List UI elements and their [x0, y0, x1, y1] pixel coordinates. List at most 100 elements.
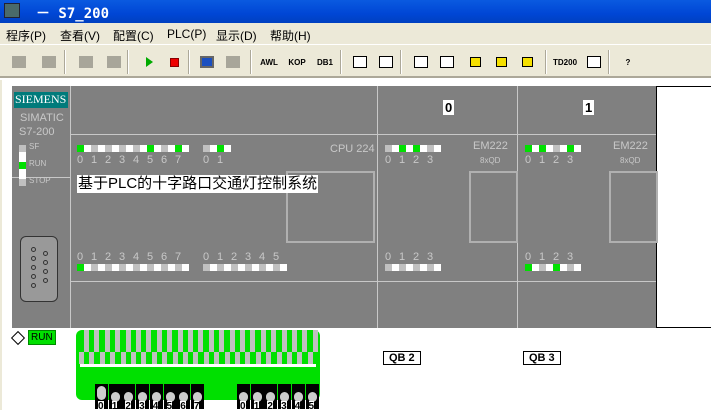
divider-line: [377, 86, 378, 328]
cpu-output-byte0-led-2: [105, 145, 112, 152]
terminal: [276, 352, 282, 364]
switch-label-2: 2: [267, 401, 273, 412]
cpu-input-byte1-led-3: [245, 264, 252, 271]
module1-bottom-led-gap: [574, 264, 581, 271]
terminal: [214, 352, 220, 364]
cpu-output-byte0-label-0: 0: [77, 154, 84, 166]
cpu-input-byte0-label-2: 2: [105, 251, 112, 263]
cpu-output-byte1-label-1: 1: [217, 154, 224, 166]
cpu-output-byte0-led-6: [161, 145, 168, 152]
terminal: [99, 352, 105, 364]
terminal: [302, 330, 308, 352]
cpu-input-byte1-label-4: 4: [259, 251, 266, 263]
module1-top-led-2: [553, 145, 560, 152]
cpu-input-byte0-led-gap: [182, 264, 189, 271]
terminal: [84, 330, 89, 352]
model-line1: SIMATIC: [20, 112, 64, 124]
cpu-input-byte0-led-gap: [84, 264, 91, 271]
module0-bottom-label-3: 3: [427, 251, 434, 263]
cpu-input-byte0-label-4: 4: [133, 251, 140, 263]
port-pin: [43, 260, 48, 265]
terminal: [141, 352, 147, 364]
switch-label-3: 3: [139, 401, 145, 412]
module1-top-label-0: 0: [525, 154, 532, 166]
cpu-output-byte0-led-1: [91, 145, 98, 152]
cpu-input-byte0-label-1: 1: [91, 251, 98, 263]
terminal: [255, 352, 261, 364]
module1-top-led-1: [539, 145, 546, 152]
module0-bottom-led-gap: [406, 264, 413, 271]
cpu-input-byte0-label-5: 5: [147, 251, 154, 263]
cpu-input-byte0-led-4: [133, 264, 140, 271]
terminal: [271, 330, 277, 352]
cpu-output-byte0-label-3: 3: [119, 154, 126, 166]
module1-bottom-led-0: [525, 264, 532, 271]
cpu-input-byte1-led-2: [231, 264, 238, 271]
cpu-output-byte0-led-gap: [168, 145, 175, 152]
module0-top-led-0: [385, 145, 392, 152]
cpu-output-byte0-led-gap: [112, 145, 119, 152]
module0-top-led-gap: [434, 145, 441, 152]
cpu-input-byte0-label-6: 6: [161, 251, 168, 263]
mode-switch-icon[interactable]: [10, 330, 26, 346]
module0-bottom-label-0: 0: [385, 251, 392, 263]
cpu-output-byte1-label-0: 0: [203, 154, 210, 166]
cpu-input-byte1-label-0: 0: [203, 251, 210, 263]
terminal: [172, 352, 178, 364]
switch-label-1: 1: [111, 401, 118, 412]
switch-label-7: 7: [193, 401, 200, 412]
module1-bottom-led-gap: [532, 264, 539, 271]
module0-top-led-2: [413, 145, 420, 152]
cpu-output-byte0-label-4: 4: [133, 154, 140, 166]
terminal: [229, 330, 235, 352]
switch-label-2: 2: [125, 401, 131, 412]
cpu-input-byte0-led-1: [91, 264, 98, 271]
cpu-input-byte1-led-gap: [280, 264, 287, 271]
status-led-sf: [19, 145, 26, 152]
module0-top-label-0: 0: [385, 154, 392, 166]
module-cover: [469, 171, 518, 243]
cpu-output-byte0-led-5: [147, 145, 154, 152]
terminal: [79, 352, 84, 364]
cpu-input-byte0-led-gap: [126, 264, 133, 271]
cpu-output-byte0-led-7: [175, 145, 182, 152]
module0-top-label-2: 2: [413, 154, 420, 166]
module0-bottom-led-3: [427, 264, 434, 271]
status-led-stop: [19, 179, 26, 186]
divider-line: [70, 134, 656, 135]
port-pin: [31, 274, 36, 279]
terminal: [260, 330, 266, 352]
terminal: [245, 352, 251, 364]
module1-top-led-gap: [560, 145, 567, 152]
module-type: 8xQD: [620, 156, 641, 165]
cpu-output-byte0-label-7: 7: [175, 154, 182, 166]
switch-lever-icon: [97, 386, 106, 400]
module0-bottom-label-1: 1: [399, 251, 406, 263]
terminal: [125, 330, 131, 352]
module1-bottom-label-3: 3: [567, 251, 574, 263]
terminal: [281, 330, 287, 352]
terminal: [250, 330, 256, 352]
terminal: [115, 330, 121, 352]
switch-label-6: 6: [180, 401, 186, 412]
module1-top-label-3: 3: [567, 154, 574, 166]
module0-bottom-led-gap: [434, 264, 441, 271]
status-led-gap: [19, 169, 26, 179]
cpu-input-byte1-led-gap: [266, 264, 273, 271]
terminal: [312, 330, 318, 352]
module0-bottom-led-gap: [392, 264, 399, 271]
switch-label-0: 0: [98, 401, 104, 412]
module1-bottom-label-1: 1: [539, 251, 546, 263]
cpu-input-byte1-label-2: 2: [231, 251, 238, 263]
cpu-output-byte0-led-0: [77, 145, 84, 152]
cpu-output-byte0-label-1: 1: [91, 154, 98, 166]
cpu-output-byte1-led-0: [203, 145, 210, 152]
module1-bottom-led-gap: [546, 264, 553, 271]
module1-bottom-label-2: 2: [553, 251, 560, 263]
switch-label-5: 5: [308, 401, 315, 412]
cpu-output-byte0-led-4: [133, 145, 140, 152]
terminal: [131, 352, 136, 364]
module-output-byte-label: QB 3: [523, 351, 561, 365]
cpu-input-byte0-label-7: 7: [175, 251, 182, 263]
plc-rack: SIEMENS SIMATIC S7-200 SF RUN STOP 0 1 2 3 4 5 6 7 0 1 0…: [0, 0, 711, 412]
